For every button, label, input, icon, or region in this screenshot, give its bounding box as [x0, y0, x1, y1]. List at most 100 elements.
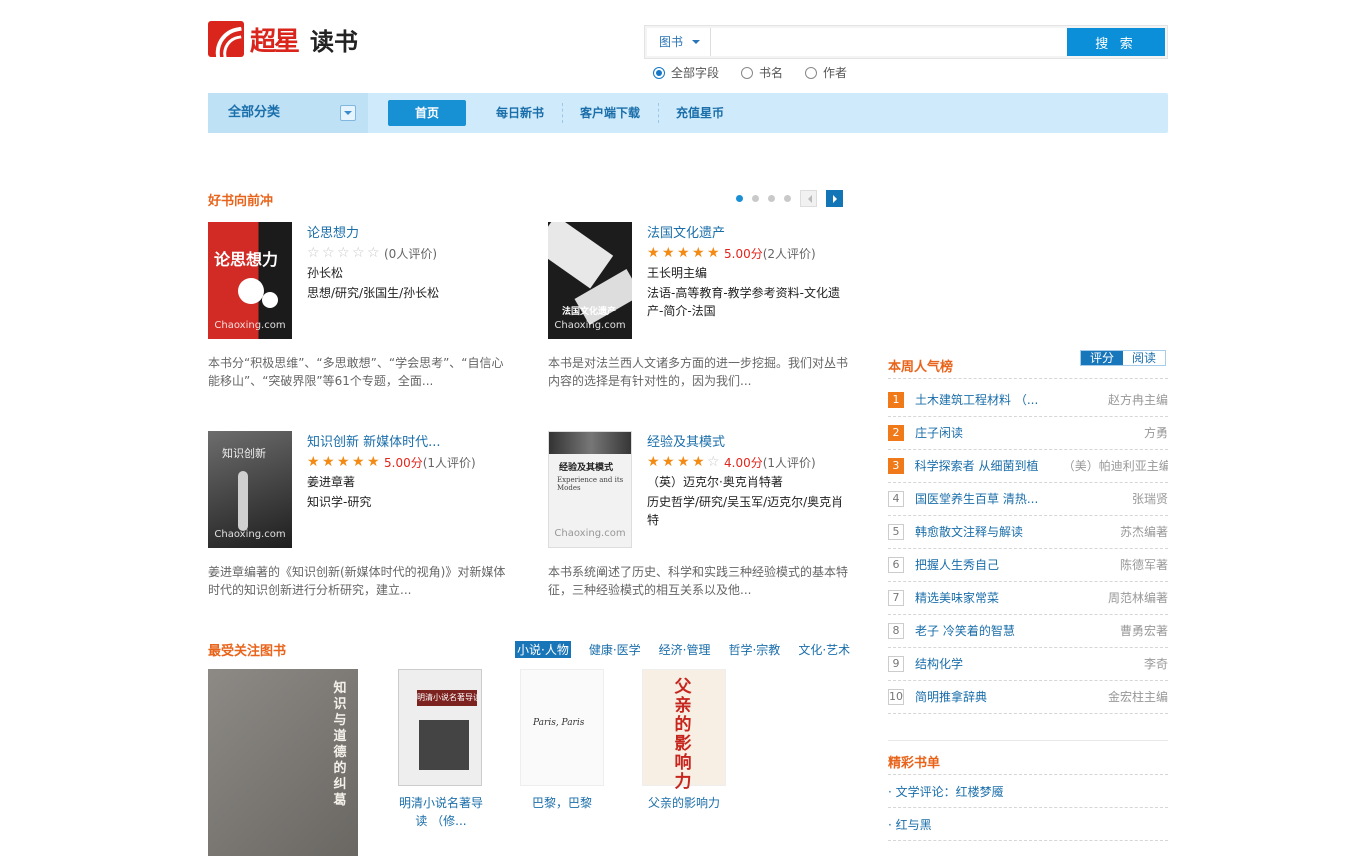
rank-book-title[interactable]: 国医堂养生百草 清热... [915, 490, 1067, 507]
tab-fiction[interactable]: 小说·人物 [515, 641, 571, 658]
rank-book-title[interactable]: 把握人生秀自己 [915, 556, 1067, 573]
search-type-label: 图书 [659, 35, 684, 49]
dropdown-arrow-icon[interactable] [340, 105, 356, 121]
rank-book-title[interactable]: 土木建筑工程材料 （... [915, 391, 1067, 408]
nav-recharge[interactable]: 充值星币 [658, 100, 742, 126]
rank-number: 6 [888, 556, 904, 573]
star-icon: ☆ [322, 245, 335, 261]
carousel-dot[interactable] [752, 195, 759, 202]
rank-item[interactable]: 9 结构化学 李奇 [888, 647, 1168, 680]
rank-book-title[interactable]: 结构化学 [915, 655, 1067, 672]
featured-section-title: 好书向前冲 [208, 194, 274, 209]
rank-number: 10 [888, 688, 904, 705]
rank-number: 8 [888, 622, 904, 639]
nav-home[interactable]: 首页 [388, 100, 466, 126]
book-subjects: 知识学-研究 [307, 495, 372, 509]
book-cover[interactable]: 论思想力 Chaoxing.com [208, 222, 292, 339]
book-cover[interactable]: 经验及其模式 Experience and its Modes Chaoxing… [548, 431, 632, 548]
book-cover[interactable]: 知识与道德的纠葛 [208, 669, 358, 856]
logo-site-name: 读书 [310, 27, 359, 56]
radio-icon [741, 66, 754, 79]
booklist-item[interactable]: · 红与黑 [888, 816, 932, 833]
star-icon: ★ [352, 454, 365, 470]
rank-book-title[interactable]: 韩愈散文注释与解读 [915, 523, 1067, 540]
cover-watermark: Chaoxing.com [214, 529, 286, 540]
search-input[interactable] [711, 28, 1067, 56]
carousel-dot[interactable] [784, 195, 791, 202]
rank-number: 3 [888, 457, 904, 474]
book-cover[interactable]: 明清小说名著导读 [398, 669, 482, 786]
rating-stars: ★ ★ ★ ★ ★ 5.00分 (2人评价) [647, 244, 852, 262]
radio-author[interactable]: 作者 [805, 64, 847, 81]
rank-item[interactable]: 6 把握人生秀自己 陈德军著 [888, 548, 1168, 581]
rating-score: 5.00分 [384, 455, 423, 470]
tab-culture[interactable]: 文化·艺术 [798, 641, 850, 658]
carousel-dot[interactable] [736, 195, 743, 202]
chaoxing-logo-icon [208, 21, 244, 57]
cover-title: 明清小说名著导读 [417, 690, 477, 706]
book-cover[interactable]: 父亲的影响力 [642, 669, 726, 792]
rank-item[interactable]: 3 科学探索者 从细菌到植 （美）帕迪利亚主编 [888, 449, 1168, 482]
star-icon: ★ [677, 245, 690, 261]
book-title-link[interactable]: 经验及其模式 [647, 431, 852, 449]
star-icon: ★ [307, 454, 320, 470]
search-button[interactable]: 搜 索 [1067, 28, 1165, 56]
book-title-link[interactable]: 知识创新 新媒体时代... [307, 431, 512, 449]
nav-daily-new[interactable]: 每日新书 [478, 100, 562, 126]
tab-health[interactable]: 健康·医学 [589, 641, 641, 658]
carousel-prev-button[interactable] [800, 190, 817, 207]
book-title-link[interactable]: 明清小说名著导读 （修... [398, 794, 484, 830]
rank-book-author: 苏杰编著 [1119, 525, 1168, 539]
book-title-link[interactable]: 父亲的影响力 [642, 794, 726, 812]
rating-count: (0人评价) [384, 246, 437, 261]
star-icon: ☆ [707, 454, 720, 470]
rank-book-title[interactable]: 庄子闲读 [915, 424, 1067, 441]
tab-rank-score[interactable]: 评分 [1081, 351, 1123, 365]
search-bar: 图书 搜 索 [644, 25, 1168, 59]
rank-book-title[interactable]: 简明推拿辞典 [915, 688, 1067, 705]
radio-title[interactable]: 书名 [741, 64, 783, 81]
rank-number: 9 [888, 655, 904, 672]
rank-book-author: （美）帕迪利亚主编 [1062, 459, 1168, 473]
rating-score: 5.00分 [724, 246, 763, 261]
book-cover[interactable]: Paris, Paris [520, 669, 604, 786]
book-description: 本书分“积极思维”、“多思敢想”、“学会思考”、“自信心能移山”、“突破界限”等… [208, 356, 504, 388]
tab-philosophy[interactable]: 哲学·宗教 [728, 641, 780, 658]
carousel-next-button[interactable] [826, 190, 843, 207]
rank-item[interactable]: 10 简明推拿辞典 金宏柱主编 [888, 680, 1168, 713]
rank-number: 4 [888, 490, 904, 507]
tab-economy[interactable]: 经济·管理 [659, 641, 711, 658]
carousel-dot[interactable] [768, 195, 775, 202]
book-title-link[interactable]: 法国文化遗产 [647, 222, 852, 240]
star-icon: ☆ [367, 245, 380, 261]
rank-book-author: 陈德军著 [1119, 558, 1168, 572]
rank-item[interactable]: 7 精选美味家常菜 周范林编著 [888, 581, 1168, 614]
all-categories-menu[interactable]: 全部分类 [208, 93, 368, 133]
rank-book-author: 周范林编著 [1107, 591, 1168, 605]
book-title-link[interactable]: 论思想力 [307, 222, 512, 240]
book-cover[interactable]: 法国文化遗产 Chaoxing.com [548, 222, 632, 339]
tab-rank-reading[interactable]: 阅读 [1123, 351, 1165, 365]
rating-score: 4.00分 [724, 455, 763, 470]
star-icon: ☆ [337, 245, 350, 261]
book-title-link[interactable]: 巴黎，巴黎 [520, 794, 604, 812]
chevron-down-icon [692, 40, 700, 48]
search-type-select[interactable]: 图书 [647, 28, 711, 56]
rank-item[interactable]: 1 土木建筑工程材料 （... 赵方冉主编 [888, 383, 1168, 416]
booklist-item[interactable]: · 文学评论：红楼梦魇 [888, 783, 1004, 800]
star-icon: ☆ [307, 245, 320, 261]
favorites-section-title: 最受关注图书 [208, 644, 287, 659]
nav-client-download[interactable]: 客户端下载 [562, 100, 658, 126]
rank-book-title[interactable]: 科学探索者 从细菌到植 [915, 457, 1063, 474]
cover-title: 知识创新 [222, 447, 266, 460]
rank-book-title[interactable]: 精选美味家常菜 [915, 589, 1067, 606]
book-cover[interactable]: 知识创新 Chaoxing.com [208, 431, 292, 548]
favorites-tabs: 小说·人物 健康·医学 经济·管理 哲学·宗教 文化·艺术 [515, 641, 850, 658]
rank-item[interactable]: 2 庄子闲读 方勇 [888, 416, 1168, 449]
radio-all-fields[interactable]: 全部字段 [653, 64, 719, 81]
site-logo[interactable]: 超星 读书 [208, 19, 358, 59]
rank-book-title[interactable]: 老子 冷笑着的智慧 [915, 622, 1067, 639]
rank-item[interactable]: 8 老子 冷笑着的智慧 曹勇宏著 [888, 614, 1168, 647]
rank-item[interactable]: 5 韩愈散文注释与解读 苏杰编著 [888, 515, 1168, 548]
rank-item[interactable]: 4 国医堂养生百草 清热... 张瑞贤 [888, 482, 1168, 515]
